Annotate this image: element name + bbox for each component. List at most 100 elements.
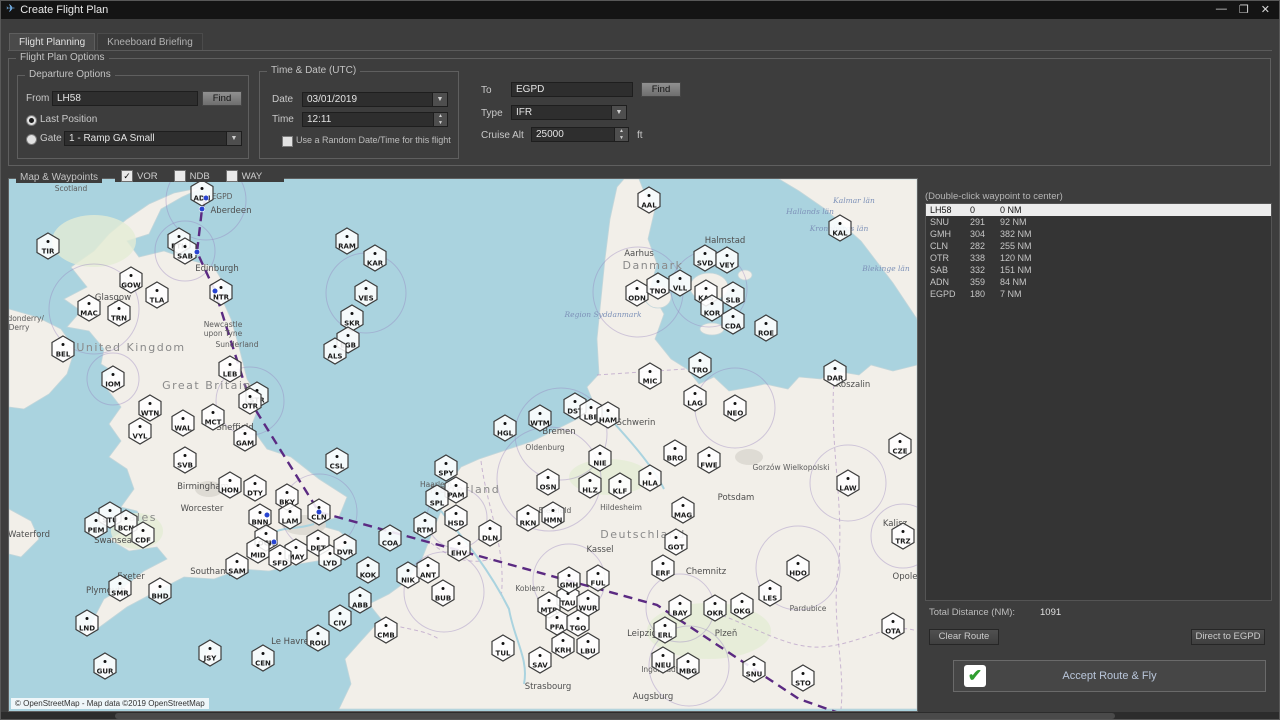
map-waypoint-ADN[interactable]: ADN <box>191 180 213 206</box>
map-waypoint-GMH[interactable]: GMH <box>558 567 580 593</box>
map-waypoint-MCT[interactable]: MCT <box>202 404 224 430</box>
map-waypoint-DLN[interactable]: DLN <box>479 520 501 546</box>
waypoint-list[interactable]: LH5800 NMSNU29192 NMGMH304382 NMCLN28225… <box>925 203 1272 601</box>
map-waypoint-HMN[interactable]: HMN <box>542 502 564 528</box>
map-waypoint-LND[interactable]: LND <box>76 610 98 636</box>
map-waypoint-FUL[interactable]: FUL <box>587 565 609 591</box>
map-waypoint-VYL[interactable]: VYL <box>129 418 151 444</box>
close-button[interactable]: ✕ <box>1261 3 1270 16</box>
tab-flight-planning[interactable]: Flight Planning <box>9 33 95 50</box>
map-waypoint-CSL[interactable]: CSL <box>326 448 348 474</box>
map-waypoint-BUB[interactable]: BUB <box>432 580 454 606</box>
map-waypoint-KAR[interactable]: KAR <box>364 245 386 271</box>
map-waypoint-NEU[interactable]: NEU <box>652 647 674 673</box>
cruise-alt-stepper[interactable]: 25000 ▲▼ <box>531 127 629 142</box>
map-waypoint-DAR[interactable]: DAR <box>824 360 846 386</box>
map-waypoint-LAM[interactable]: LAM <box>279 503 301 529</box>
map-waypoint-IOM[interactable]: IOM <box>102 366 124 392</box>
map-waypoint-GOT[interactable]: GOT <box>665 529 687 555</box>
map-waypoint-OSN[interactable]: OSN <box>537 469 559 495</box>
map-waypoint-VLL[interactable]: VLL <box>669 270 691 296</box>
waypoint-row-GMH[interactable]: GMH304382 NM <box>926 228 1271 240</box>
map-waypoint-MAC[interactable]: MAC <box>78 295 100 321</box>
filter-vor[interactable]: ✓VOR <box>121 170 158 182</box>
map-waypoint-AAL[interactable]: AAL <box>638 187 660 213</box>
map-waypoint-KRH[interactable]: KRH <box>552 632 574 658</box>
map-waypoint-VEY[interactable]: VEY <box>716 247 738 273</box>
map[interactable]: ScotlandAberdeenEGPDEdinburghGlasgowNewc… <box>9 179 917 711</box>
map-waypoint-LES[interactable]: LES <box>759 580 781 606</box>
map-waypoint-KOK[interactable]: KOK <box>357 557 379 583</box>
map-waypoint-FWE[interactable]: FWE <box>698 447 720 473</box>
waypoint-row-SNU[interactable]: SNU29192 NM <box>926 216 1271 228</box>
minimize-button[interactable]: — <box>1216 3 1227 16</box>
map-waypoint-SPY[interactable]: SPY <box>435 455 457 481</box>
map-waypoint-SLB[interactable]: SLB <box>722 282 744 308</box>
from-find-button[interactable]: Find <box>202 91 242 106</box>
map-waypoint-HGL[interactable]: HGL <box>494 415 516 441</box>
map-waypoint-SNU[interactable]: SNU <box>743 656 765 682</box>
map-waypoint-WAL[interactable]: WAL <box>172 410 194 436</box>
map-waypoint-SVD[interactable]: SVD <box>694 245 716 271</box>
map-waypoint-TRZ[interactable]: TRZ <box>892 523 914 549</box>
date-select[interactable]: 03/01/2019 ▼ <box>302 92 448 107</box>
map-waypoint-OKG[interactable]: OKG <box>731 593 753 619</box>
map-waypoint-CIV[interactable]: CIV <box>329 605 351 631</box>
map-waypoint-MIC[interactable]: MIC <box>639 363 661 389</box>
horizontal-scrollbar[interactable] <box>115 713 1115 719</box>
map-waypoint-WTN[interactable]: WTN <box>139 395 161 421</box>
maximize-button[interactable]: ❐ <box>1239 3 1249 16</box>
map-waypoint-WTM[interactable]: WTM <box>529 405 551 431</box>
map-waypoint-RAM[interactable]: RAM <box>336 228 358 254</box>
map-waypoint-HLZ[interactable]: HLZ <box>579 472 601 498</box>
map-waypoint-ABB[interactable]: ABB <box>349 587 371 613</box>
map-waypoint-GOW[interactable]: GOW <box>120 267 142 293</box>
map-waypoint-TRO[interactable]: TRO <box>689 352 711 378</box>
map-waypoint-LAW[interactable]: LAW <box>837 470 859 496</box>
gate-select[interactable]: 1 - Ramp GA Small ▼ <box>64 131 242 146</box>
map-waypoint-HLA[interactable]: HLA <box>639 465 661 491</box>
map-waypoint-BHD[interactable]: BHD <box>149 578 171 604</box>
waypoint-row-ADN[interactable]: ADN35984 NM <box>926 276 1271 288</box>
map-waypoint-STO[interactable]: STO <box>792 665 814 691</box>
map-waypoint-NEO[interactable]: NEO <box>724 395 746 421</box>
map-waypoint-ODN[interactable]: ODN <box>626 280 648 306</box>
map-waypoint-KOR[interactable]: KOR <box>701 295 723 321</box>
map-waypoint-RKN[interactable]: RKN <box>517 505 539 531</box>
map-waypoint-TNO[interactable]: TNO <box>647 273 669 299</box>
map-waypoint-GAM[interactable]: GAM <box>234 425 256 451</box>
waypoint-row-OTR[interactable]: OTR338120 NM <box>926 252 1271 264</box>
map-waypoint-HON[interactable]: HON <box>219 472 241 498</box>
filter-way[interactable]: WAY <box>226 170 263 182</box>
map-waypoint-GUR[interactable]: GUR <box>94 653 116 679</box>
direct-to-button[interactable]: Direct to EGPD <box>1191 629 1265 645</box>
time-stepper[interactable]: 12:11 ▲▼ <box>302 112 448 127</box>
map-waypoint-SAB[interactable]: SAB <box>174 238 196 264</box>
to-find-button[interactable]: Find <box>641 82 681 97</box>
map-waypoint-RTM[interactable]: RTM <box>414 512 436 538</box>
map-waypoint-CMB[interactable]: CMB <box>375 617 397 643</box>
map-waypoint-MBG[interactable]: MBG <box>677 653 699 679</box>
map-waypoint-HAM[interactable]: HAM <box>597 402 619 428</box>
map-waypoint-CDF[interactable]: CDF <box>132 522 154 548</box>
map-waypoint-SAM[interactable]: SAM <box>226 553 248 579</box>
map-waypoint-OKR[interactable]: OKR <box>704 595 726 621</box>
map-waypoint-OTR[interactable]: OTR <box>239 388 261 414</box>
map-waypoint-ALS[interactable]: ALS <box>324 338 346 364</box>
map-waypoint-TRN[interactable]: TRN <box>108 300 130 326</box>
map-waypoint-LAG[interactable]: LAG <box>684 385 706 411</box>
map-waypoint-TIR[interactable]: TIR <box>37 233 59 259</box>
map-waypoint-JSY[interactable]: JSY <box>199 640 221 666</box>
random-datetime-checkbox[interactable] <box>282 136 293 147</box>
map-waypoint-SVB[interactable]: SVB <box>174 447 196 473</box>
filter-ndb[interactable]: NDB <box>174 170 210 182</box>
waypoint-row-LH58[interactable]: LH5800 NM <box>926 204 1271 216</box>
map-waypoint-ROE[interactable]: ROE <box>755 315 777 341</box>
map-waypoint-NIE[interactable]: NIE <box>589 445 611 471</box>
spinner-arrows-icon[interactable]: ▲▼ <box>433 113 447 126</box>
map-waypoint-DTY[interactable]: DTY <box>244 475 266 501</box>
map-waypoint-DVR[interactable]: DVR <box>334 534 356 560</box>
map-waypoint-ROU[interactable]: ROU <box>307 625 329 651</box>
map-waypoint-MAG[interactable]: MAG <box>672 497 694 523</box>
map-waypoint-TLA[interactable]: TLA <box>146 282 168 308</box>
